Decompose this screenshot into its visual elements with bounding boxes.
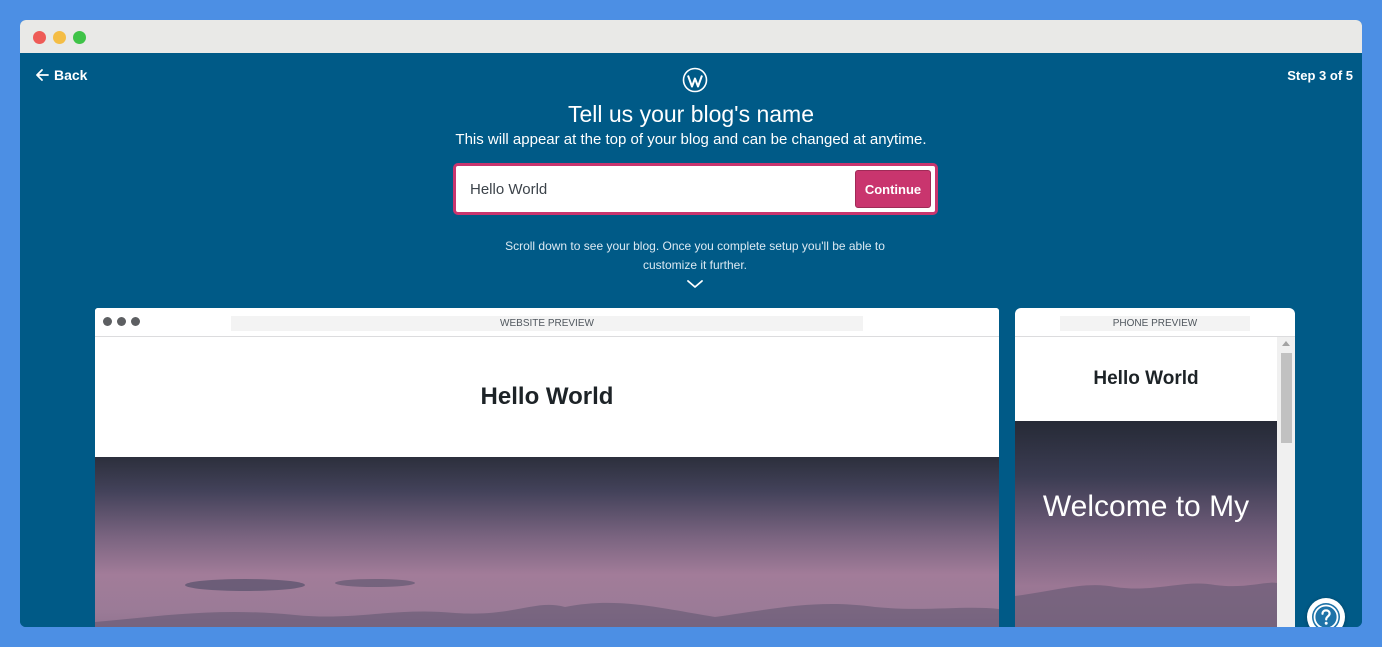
website-preview-label: WEBSITE PREVIEW (231, 316, 863, 331)
scroll-up-icon[interactable] (1282, 341, 1290, 346)
browser-window: Back Step 3 of 5 Tell us your blog's nam… (20, 20, 1362, 627)
phone-hero-image (1015, 421, 1277, 627)
step-indicator: Step 3 of 5 (1287, 68, 1353, 83)
preview-dot-icon (131, 317, 140, 326)
continue-button[interactable]: Continue (855, 170, 931, 208)
website-hero-image (95, 457, 999, 627)
wordpress-icon (682, 67, 708, 93)
phone-preview-label: PHONE PREVIEW (1060, 316, 1250, 331)
website-preview-bar: WEBSITE PREVIEW (95, 308, 999, 337)
phone-site-title: Hello World (1093, 368, 1199, 389)
scroll-hint: Scroll down to see your blog. Once you c… (505, 239, 885, 272)
mountain-silhouette (1015, 582, 1277, 627)
scrollbar-thumb[interactable] (1281, 353, 1292, 443)
blog-name-form: Continue (453, 163, 938, 215)
preview-dot-icon (117, 317, 126, 326)
phone-preview: PHONE PREVIEW Hello World Welcome to My (1015, 308, 1295, 627)
phone-hero-text: Welcome to My (1042, 490, 1250, 523)
help-button[interactable] (1307, 598, 1345, 627)
back-link[interactable]: Back (34, 67, 87, 83)
signup-stage: Back Step 3 of 5 Tell us your blog's nam… (20, 53, 1362, 627)
preview-dot-icon (103, 317, 112, 326)
back-label: Back (54, 67, 88, 83)
help-icon (1312, 603, 1340, 627)
page-subtitle: This will appear at the top of your blog… (455, 131, 927, 148)
mountain-silhouette (95, 579, 999, 627)
phone-preview-bar: PHONE PREVIEW (1015, 308, 1295, 337)
close-window-button[interactable] (33, 31, 46, 44)
blog-name-input[interactable] (470, 176, 840, 202)
page-title: Tell us your blog's name (567, 101, 814, 127)
minimize-window-button[interactable] (53, 31, 66, 44)
maximize-window-button[interactable] (73, 31, 86, 44)
phone-scrollbar[interactable] (1277, 337, 1295, 627)
website-preview: WEBSITE PREVIEW Hello World (95, 308, 999, 627)
arrow-left-icon (36, 69, 49, 81)
website-site-title: Hello World (480, 383, 614, 410)
chevron-down-icon (687, 280, 703, 288)
window-titlebar (20, 20, 1362, 53)
